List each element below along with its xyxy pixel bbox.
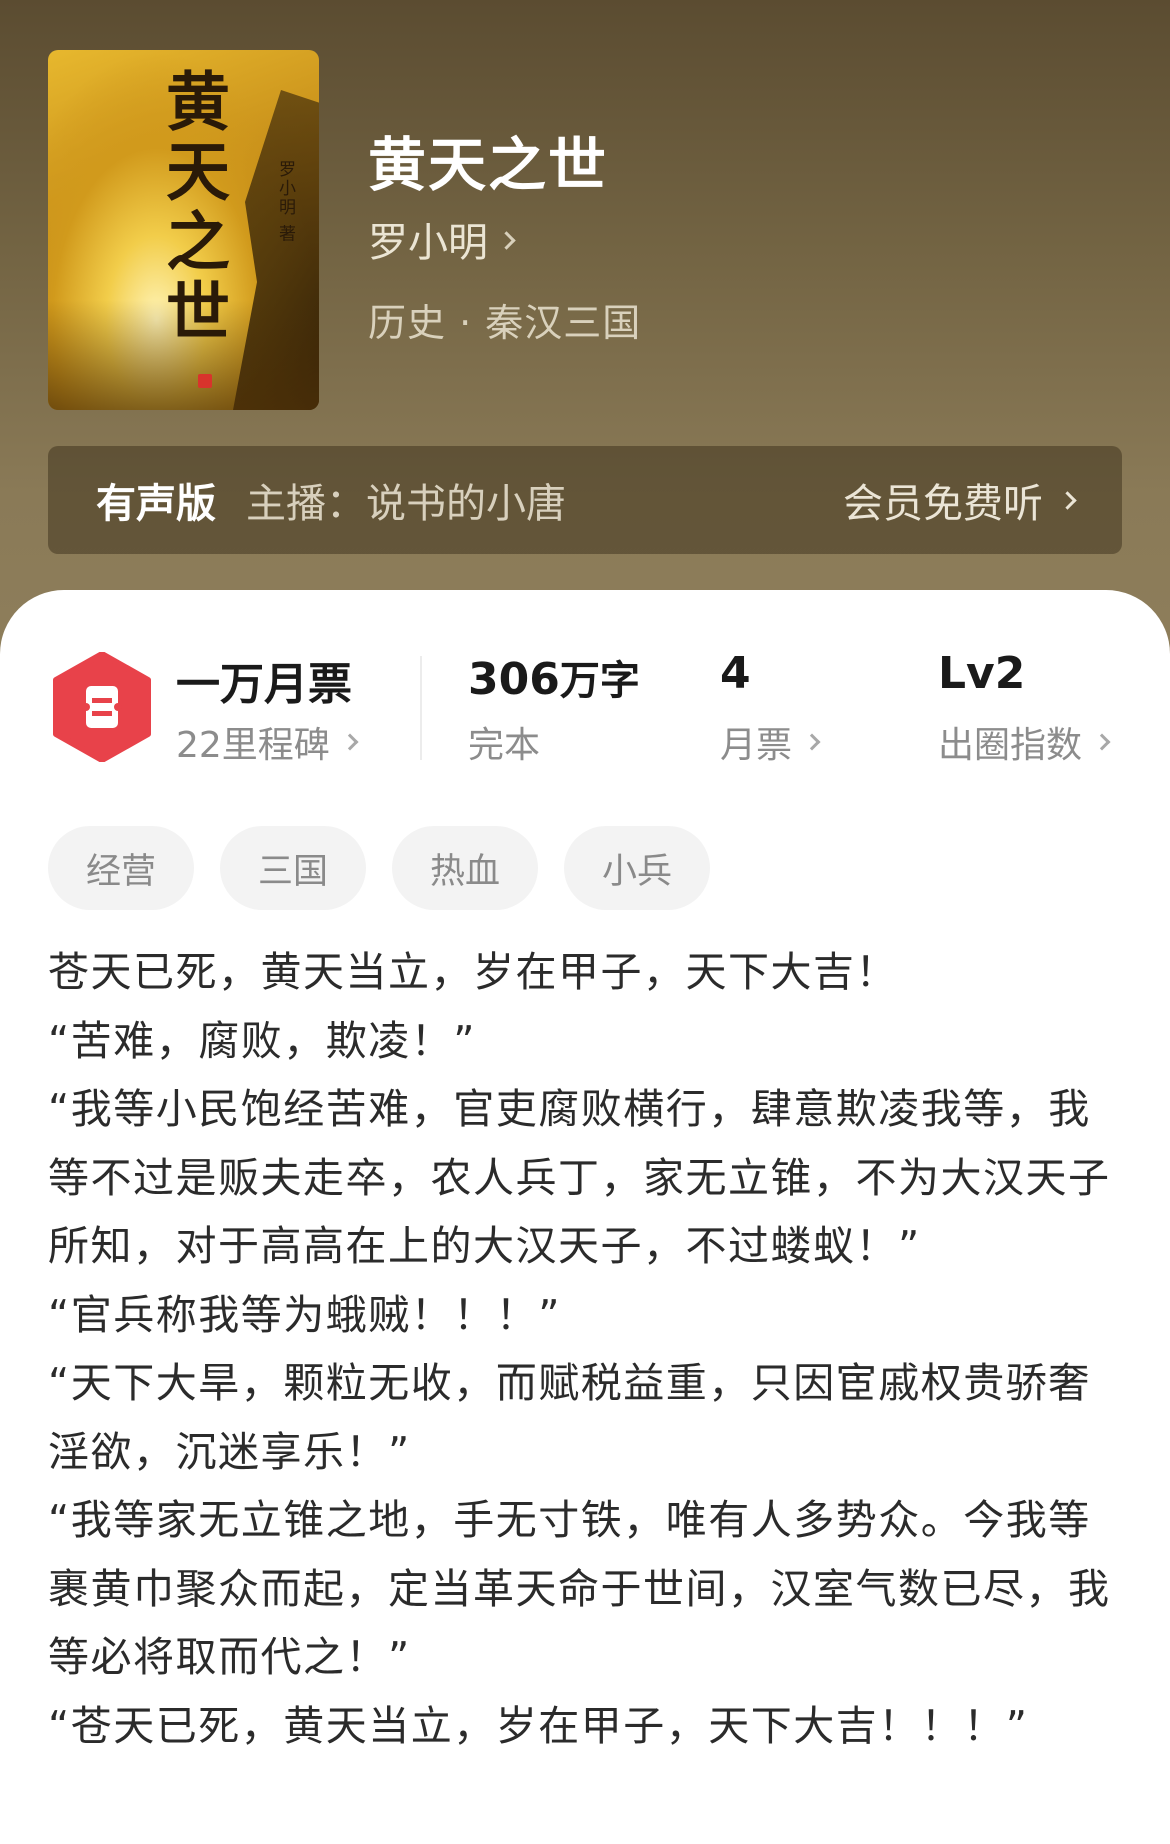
synopsis-paragraph: “苦难，腐败，欺凌！” (48, 1016, 476, 1065)
stats-row: 一万月票 22里程碑 306万字 完本 4 月票 Lv2 出圈指数 (0, 590, 1170, 780)
tag-chip[interactable]: 热血 (392, 826, 538, 910)
book-genre: 历史 · 秦汉三国 (368, 301, 642, 345)
chevron-right-icon (803, 733, 821, 751)
level-value: Lv2 (938, 648, 1026, 699)
tickets-link[interactable]: 月票 (720, 716, 821, 768)
tag-list: 经营 三国 热血 小兵 (48, 826, 710, 910)
free-listen-button[interactable]: 会员免费听 (843, 471, 1077, 529)
audio-version-bar[interactable]: 有声版 主播：说书的小唐 会员免费听 (48, 446, 1122, 554)
chevron-right-icon (497, 230, 516, 250)
synopsis-paragraph: “天下大旱，颗粒无收，而赋税益重，只因宦戚权贵骄奢淫欲，沉迷享乐！” (48, 1359, 1091, 1476)
book-detail-page: 黄天之世 罗小明 著 黄天之世 罗小明 历史 · 秦汉三国 有声版 主播：说书的… (0, 0, 1170, 1844)
milestone-link[interactable]: 22里程碑 (176, 716, 359, 768)
author-link[interactable]: 罗小明 (368, 214, 516, 266)
word-count-unit: 万字 (559, 658, 640, 704)
monthly-ticket-title: 一万月票 (176, 659, 352, 710)
synopsis-paragraph: “官兵称我等为蛾贼！！！” (48, 1290, 561, 1339)
milestone-label: 22里程碑 (176, 725, 330, 766)
ticket-icon (53, 652, 151, 762)
chevron-right-icon (1058, 490, 1077, 510)
synopsis-paragraph: “我等小民饱经苦难，官吏腐败横行，肆意欺凌我等，我等不过是贩夫走卒，农人兵丁，家… (48, 1085, 1111, 1270)
chevron-right-icon (341, 733, 359, 751)
influence-index-label: 出圈指数 (938, 725, 1083, 766)
tag-chip[interactable]: 小兵 (564, 826, 710, 910)
word-count: 306万字 (468, 648, 640, 706)
author-name: 罗小明 (368, 220, 488, 266)
tag-chip[interactable]: 三国 (220, 826, 366, 910)
completion-status-label: 完本 (468, 725, 541, 766)
synopsis-paragraph: “苍天已死，黄天当立，岁在甲子，天下大吉！！！” (48, 1701, 1029, 1750)
free-listen-label: 会员免费听 (843, 481, 1043, 527)
stats-divider (420, 656, 422, 760)
audio-label: 有声版 (96, 481, 216, 527)
tag-chip[interactable]: 经营 (48, 826, 194, 910)
influence-index-link[interactable]: 出圈指数 (938, 716, 1111, 768)
book-header: 黄天之世 罗小明 著 黄天之世 罗小明 历史 · 秦汉三国 有声版 主播：说书的… (0, 0, 1170, 660)
cover-title: 黄天之世 (155, 68, 230, 348)
publisher-logo-icon (198, 374, 212, 388)
book-title: 黄天之世 (368, 131, 609, 199)
chevron-right-icon (1093, 733, 1111, 751)
cover-author: 罗小明 著 (275, 160, 295, 244)
book-synopsis[interactable]: 苍天已死，黄天当立，岁在甲子，天下大吉！ “苦难，腐败，欺凌！” “我等小民饱经… (48, 938, 1128, 1760)
completion-status: 完本 (468, 716, 540, 768)
audio-host: 主播：说书的小唐 (246, 481, 566, 527)
book-cover[interactable]: 黄天之世 罗小明 著 (48, 50, 319, 410)
ticket-count: 4 (720, 648, 751, 699)
book-info-card: 一万月票 22里程碑 306万字 完本 4 月票 Lv2 出圈指数 经营 三国 … (0, 590, 1170, 1844)
word-count-value: 306 (468, 654, 560, 705)
synopsis-paragraph: 苍天已死，黄天当立，岁在甲子，天下大吉！ (48, 948, 898, 996)
tickets-label: 月票 (720, 725, 793, 766)
synopsis-paragraph: “我等家无立锥之地，手无寸铁，唯有人多势众。今我等裹黄巾聚众而起，定当革天命于世… (48, 1496, 1111, 1681)
